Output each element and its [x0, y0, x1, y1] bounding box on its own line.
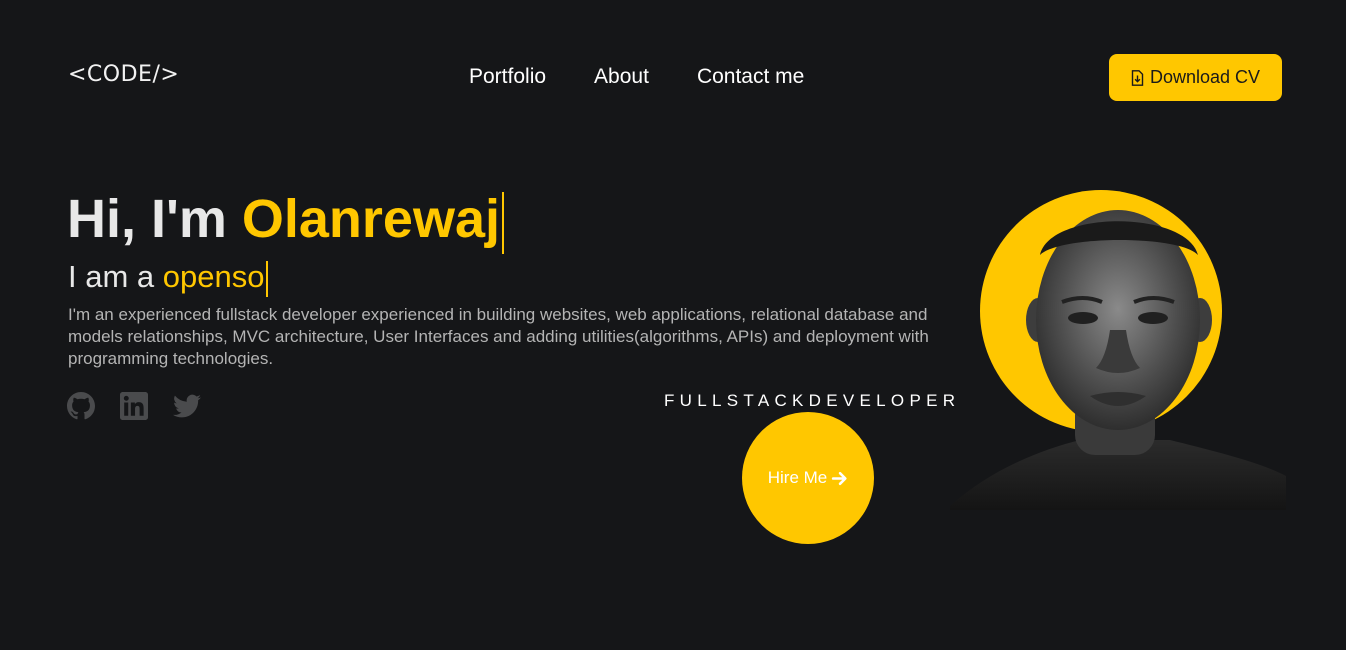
- arrow-right-icon: [832, 471, 847, 485]
- hero-title: Hi, I'm Olanrewaj: [67, 188, 504, 254]
- linkedin-icon[interactable]: [120, 392, 148, 420]
- name-text: Olanrewaj: [241, 189, 500, 249]
- nav-contact[interactable]: Contact me: [697, 65, 804, 89]
- typing-caret: [501, 191, 504, 254]
- role-line: I am a openso: [68, 259, 269, 297]
- hire-me-button[interactable]: Hire Me: [742, 412, 874, 544]
- download-cv-label: Download CV: [1149, 67, 1261, 87]
- main-nav: Portfolio About Contact me: [469, 65, 804, 89]
- role-caret: [266, 260, 269, 297]
- github-icon[interactable]: [67, 392, 95, 420]
- nav-portfolio[interactable]: Portfolio: [469, 65, 546, 89]
- download-cv-button[interactable]: Download CV: [1109, 54, 1282, 101]
- greeting-text: Hi, I'm: [67, 189, 242, 249]
- social-links: [67, 392, 201, 420]
- logo[interactable]: <CODE/>: [68, 62, 179, 87]
- role-prefix: I am a: [68, 259, 163, 294]
- role-typed-text: openso: [162, 259, 265, 294]
- profile-photo: [950, 210, 1286, 510]
- bio-text: I'm an experienced fullstack developer e…: [68, 305, 929, 368]
- tagline: FULLSTACKDEVELOPER: [664, 391, 961, 410]
- file-download-icon: [1131, 69, 1144, 86]
- twitter-icon[interactable]: [173, 392, 201, 420]
- hire-me-label: Hire Me: [767, 468, 828, 487]
- nav-about[interactable]: About: [594, 65, 649, 89]
